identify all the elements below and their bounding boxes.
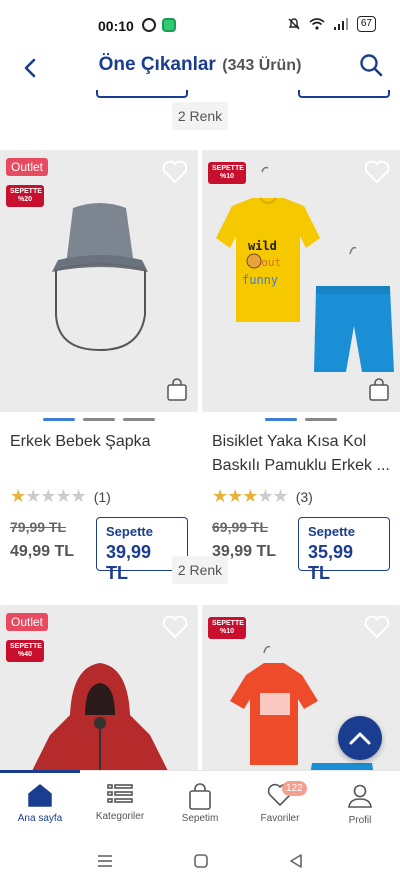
tshirt-shorts-illustration: wild about funny [216,166,394,372]
screen: 00:10 67 Öne Çıkanlar (343 Ürün) 2 Renk [0,0,400,888]
signal-icon [333,18,348,30]
carousel-dot[interactable] [305,418,337,421]
star-rating: ★★★★★ [212,486,289,506]
nav-cart[interactable]: Sepetim [160,771,240,835]
status-bar: 00:10 67 [0,0,400,44]
product-rating: ★★★★★ (1) [10,486,188,507]
nav-home[interactable]: Ana sayfa [0,771,80,835]
color-count-label: 2 Renk [171,556,229,584]
carousel-dot[interactable] [43,418,75,421]
product-rating: ★★★★★ (3) [212,486,390,507]
nav-label: Ana sayfa [17,813,63,824]
product-card[interactable]: SEPETTE %10 wild about funny Bisiklet Ya… [202,150,400,583]
page-title: Öne Çıkanlar [98,54,216,75]
image-carousel-dots [0,418,198,422]
prev-product-button-right[interactable] [298,90,390,98]
carousel-dot[interactable] [123,418,155,421]
product-count: (343 Ürün) [222,57,302,74]
product-name[interactable]: Erkek Bebek Şapka [10,430,188,478]
wifi-icon [309,18,325,30]
nav-label: Sepetim [181,813,219,824]
battery-indicator: 67 [356,16,376,32]
system-icons: 67 [287,16,376,32]
page-title-wrap: Öne Çıkanlar (343 Ürün) [0,54,400,76]
cart-price-label: Sepette [106,524,153,539]
old-price: 79,99 TL [10,519,67,535]
review-count: (3) [295,488,313,505]
review-count: (1) [93,488,111,505]
mute-icon [288,18,300,30]
product-image[interactable]: Outlet SEPETTE %40 [0,605,198,770]
search-icon [360,54,383,77]
add-to-cart-icon[interactable] [368,378,390,402]
color-count-row: 2 Renk [0,556,400,584]
product-image[interactable]: Outlet SEPETTE %20 [0,150,198,412]
nav-favorites[interactable]: 122 Favoriler [240,771,320,835]
home-button-icon[interactable] [193,853,209,869]
back-triangle-icon[interactable] [289,853,303,869]
nav-label: Kategoriler [95,811,145,822]
tshirt-text-line-1: wild [248,239,277,253]
app-header: Öne Çıkanlar (343 Ürün) [0,44,400,90]
favorites-count-badge: 122 [282,781,307,796]
product-image[interactable]: SEPETTE %10 wild about funny [202,150,400,412]
product-card[interactable]: Outlet SEPETTE %20 Erkek Bebek Şapka ★★★… [0,150,198,583]
tshirt-text-line-3: funny [242,273,278,287]
product-card[interactable]: Outlet SEPETTE %40 [0,605,198,770]
color-count-label: 2 Renk [171,102,229,130]
status-time: 00:10 [98,18,134,34]
home-icon [28,784,52,807]
list-icon [107,784,133,803]
color-count-row: 2 Renk [0,102,400,130]
scroll-to-top-button[interactable] [338,716,382,760]
whatsapp-icon [142,18,156,32]
nav-label: Profil [348,815,372,826]
bottom-navigation: Ana sayfa Kategoriler Sepetim 122 Favori… [0,770,400,834]
bucket-hat-illustration [52,203,148,352]
carousel-dot[interactable] [83,418,115,421]
red-jacket-illustration [32,663,168,770]
system-navigation-bar [0,834,400,888]
image-carousel-dots [202,418,400,422]
star-rating: ★★★★★ [10,486,87,506]
carousel-dot[interactable] [265,418,297,421]
nav-profile[interactable]: Profil [320,771,400,835]
chevron-up-icon [349,732,371,745]
nav-categories[interactable]: Kategoriler [80,771,160,835]
add-to-cart-icon[interactable] [166,378,188,402]
prev-product-button-left[interactable] [96,90,188,98]
nav-label: Favoriler [260,813,300,824]
product-list[interactable]: 2 Renk Outlet SEPETTE %20 Erkek Bebek Şa… [0,90,400,770]
product-name[interactable]: Bisiklet Yaka Kısa Kol Baskılı Pamuklu E… [212,430,390,478]
profile-icon [348,784,372,808]
search-button[interactable] [356,50,386,80]
bag-icon [189,783,211,810]
cart-price-label: Sepette [308,524,355,539]
recent-apps-icon[interactable] [97,854,113,868]
message-icon [162,18,176,32]
notification-icons [142,18,176,32]
old-price: 69,99 TL [212,519,269,535]
